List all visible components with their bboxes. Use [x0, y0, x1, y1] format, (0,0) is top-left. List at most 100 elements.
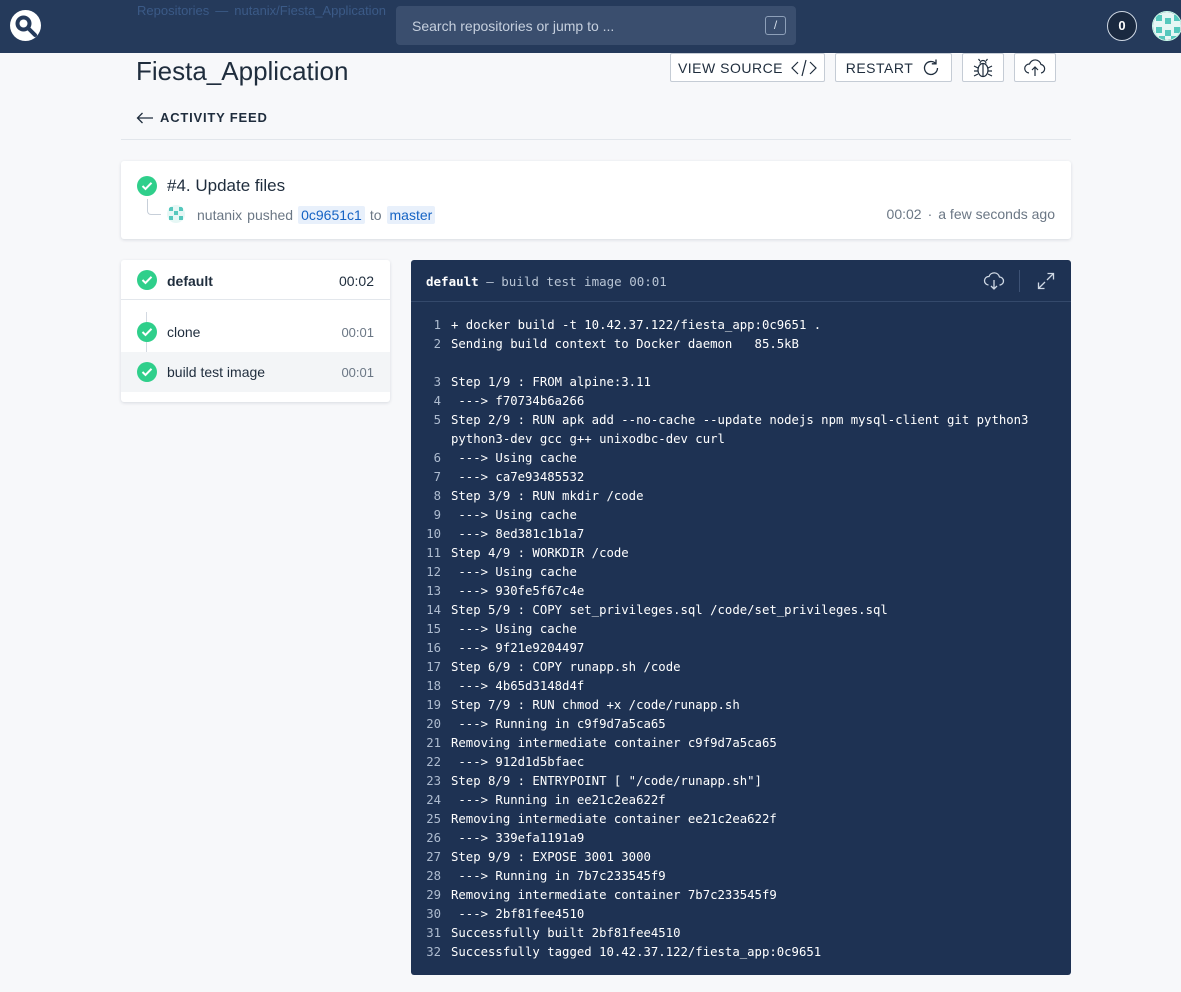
restart-label: RESTART [845, 59, 914, 76]
log-line-number[interactable]: 12 [411, 563, 451, 582]
log-line-number[interactable]: 1 [411, 316, 451, 335]
log-line-text: ---> 912d1d5bfaec [451, 755, 585, 769]
cloud-upload-icon [1024, 58, 1046, 76]
top-navbar: Repositories — nutanix/Fiesta_Application … [0, 0, 1181, 53]
log-line-text: Step 7/9 : RUN chmod +x /code/runapp.sh [451, 698, 740, 712]
user-avatar[interactable] [1152, 11, 1181, 41]
log-line-number[interactable]: 2 [411, 335, 451, 354]
log-line-text: Sending build context to Docker daemon 8… [451, 337, 799, 351]
log-line-number[interactable]: 22 [411, 753, 451, 772]
view-source-label: VIEW SOURCE [677, 59, 784, 76]
activity-feed-label: ACTIVITY FEED [160, 110, 268, 125]
log-line-number[interactable]: 20 [411, 715, 451, 734]
pipeline-header[interactable]: default 00:02 [121, 260, 390, 300]
log-console: default — build test image 00:01 1 + dock… [411, 260, 1071, 975]
log-line-number[interactable]: 29 [411, 886, 451, 905]
log-line-text: Removing intermediate container c9f9d7a5… [451, 736, 777, 750]
log-line: 27 Step 9/9 : EXPOSE 3001 3000 [411, 848, 1071, 867]
log-line-text: ---> ca7e93485532 [451, 470, 585, 484]
log-line-number[interactable]: 10 [411, 525, 451, 544]
code-icon [791, 59, 817, 76]
breadcrumb: Repositories — nutanix/Fiesta_Application [137, 3, 386, 18]
log-line-text: Step 2/9 : RUN apk add --no-cache --upda… [451, 413, 1029, 427]
log-line: 20 ---> Running in c9f9d7a5ca65 [411, 715, 1071, 734]
log-line-number[interactable]: 26 [411, 829, 451, 848]
log-line-number[interactable]: 21 [411, 734, 451, 753]
breadcrumb-repo[interactable]: nutanix/Fiesta_Application [234, 3, 386, 18]
log-line-text: ---> Using cache [451, 622, 577, 636]
log-line-text: ---> 4b65d3148d4f [451, 679, 585, 693]
log-line-number[interactable]: 25 [411, 810, 451, 829]
step-duration: 00:01 [341, 365, 374, 380]
log-line-number[interactable]: 7 [411, 468, 451, 487]
log-line-number[interactable]: 9 [411, 506, 451, 525]
download-logs-button[interactable] [983, 270, 1005, 292]
step-duration: 00:01 [341, 325, 374, 340]
expand-logs-button[interactable] [1035, 270, 1057, 292]
tree-connector [147, 199, 161, 215]
debug-button[interactable] [962, 53, 1004, 82]
log-line-number[interactable]: 4 [411, 392, 451, 411]
view-source-button[interactable]: VIEW SOURCE [670, 53, 825, 82]
log-line: 13 ---> 930fe5f67c4e [411, 582, 1071, 601]
console-subtitle: — build test image 00:01 [486, 274, 667, 289]
cloud-download-icon [983, 272, 1005, 290]
log-line-number[interactable]: 28 [411, 867, 451, 886]
log-line: 6 ---> Using cache [411, 449, 1071, 468]
log-line-number[interactable]: 11 [411, 544, 451, 563]
log-line-number[interactable]: 31 [411, 924, 451, 943]
log-line-text: Step 6/9 : COPY runapp.sh /code [451, 660, 681, 674]
pipeline-name: default [167, 273, 213, 289]
expand-icon [1037, 272, 1055, 290]
log-line-number[interactable]: 3 [411, 373, 451, 392]
deploy-button[interactable] [1014, 53, 1056, 82]
log-line-number[interactable]: 15 [411, 620, 451, 639]
log-line: 26 ---> 339efa1191a9 [411, 829, 1071, 848]
log-line-number[interactable]: 14 [411, 601, 451, 620]
log-line: 11 Step 4/9 : WORKDIR /code [411, 544, 1071, 563]
log-line-number[interactable]: 17 [411, 658, 451, 677]
build-time: 00:02 · a few seconds ago [887, 206, 1055, 222]
breadcrumb-repositories[interactable]: Repositories [137, 3, 209, 18]
log-line-number[interactable]: 30 [411, 905, 451, 924]
restart-button[interactable]: RESTART [835, 53, 952, 82]
search-input[interactable] [396, 6, 756, 45]
log-line: 14 Step 5/9 : COPY set_privileges.sql /co… [411, 601, 1071, 620]
log-line-number[interactable] [411, 430, 451, 449]
log-line: 15 ---> Using cache [411, 620, 1071, 639]
log-line: 2 Sending build context to Docker daemon … [411, 335, 1071, 354]
log-line-number[interactable]: 16 [411, 639, 451, 658]
branch-name[interactable]: master [386, 206, 436, 224]
log-line-number[interactable]: 23 [411, 772, 451, 791]
log-line: 1 + docker build -t 10.42.37.122/fiesta_a… [411, 316, 1071, 335]
log-line-text: + docker build -t 10.42.37.122/fiesta_ap… [451, 318, 822, 332]
log-line: 31 Successfully built 2bf81fee4510 [411, 924, 1071, 943]
log-line-number[interactable]: 6 [411, 449, 451, 468]
log-line: python3-dev gcc g++ unixodbc-dev curl [411, 430, 1071, 449]
drone-logo-icon[interactable] [10, 10, 41, 41]
build-title[interactable]: #4. Update files [167, 176, 285, 196]
step-clone[interactable]: clone 00:01 [121, 312, 390, 352]
log-line-number[interactable]: 18 [411, 677, 451, 696]
console-header: default — build test image 00:01 [411, 260, 1071, 302]
log-line-number[interactable]: 5 [411, 411, 451, 430]
log-line-number[interactable]: 13 [411, 582, 451, 601]
log-line: 4 ---> f70734b6a266 [411, 392, 1071, 411]
activity-feed-link[interactable]: ACTIVITY FEED [136, 110, 268, 125]
commit-sha[interactable]: 0c9651c1 [298, 206, 365, 224]
success-check-icon [137, 322, 157, 342]
log-line-number[interactable]: 19 [411, 696, 451, 715]
log-line-number[interactable]: 8 [411, 487, 451, 506]
search-box[interactable]: / [396, 6, 796, 45]
console-title: default — build test image 00:01 [426, 274, 667, 289]
log-line-number[interactable]: 24 [411, 791, 451, 810]
build-summary-card: #4. Update files nutanix pushed 0c9651c1… [121, 161, 1071, 239]
step-build-test-image[interactable]: build test image 00:01 [121, 352, 390, 392]
log-line-number[interactable]: 32 [411, 943, 451, 962]
log-line-number[interactable]: 27 [411, 848, 451, 867]
notification-badge[interactable]: 0 [1107, 11, 1137, 41]
log-line: 10 ---> 8ed381c1b1a7 [411, 525, 1071, 544]
refresh-icon [924, 59, 939, 75]
log-line-text: python3-dev gcc g++ unixodbc-dev curl [451, 432, 725, 446]
log-line: 24 ---> Running in ee21c2ea622f [411, 791, 1071, 810]
